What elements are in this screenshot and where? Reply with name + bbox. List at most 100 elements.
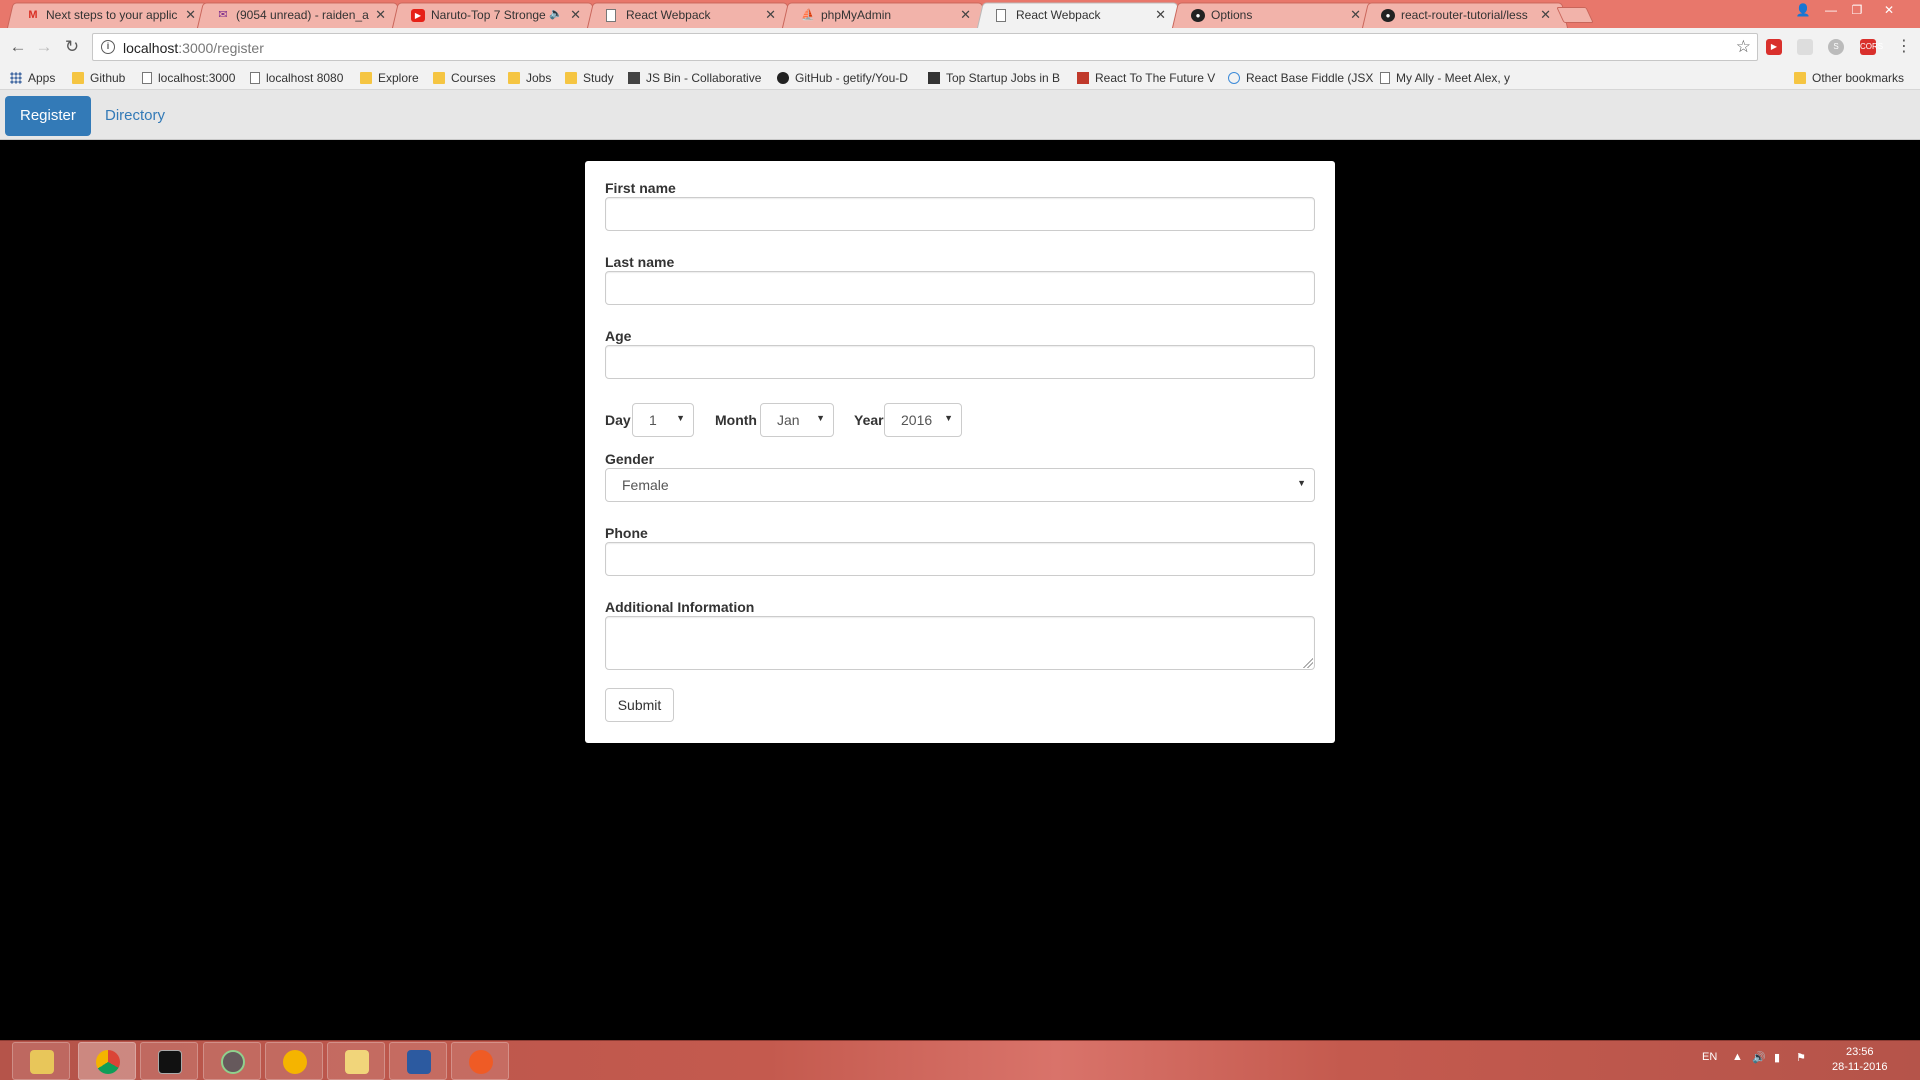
taskbar-powershell[interactable] [389,1042,447,1080]
bookmark-page[interactable]: localhost:3000 [142,70,235,86]
additional-info-textarea[interactable] [605,616,1315,670]
action-center-icon[interactable]: ⚑ [1796,1051,1806,1064]
profile-icon[interactable]: 👤 [1790,0,1816,20]
bookmark-label: React Base Fiddle (JSX [1246,71,1374,85]
taskbar-chrome[interactable] [78,1042,136,1080]
extension-icon[interactable]: CORS [1860,39,1883,55]
resize-handle-icon[interactable] [1303,658,1313,668]
bookmark-label: Other bookmarks [1812,71,1905,85]
taskbar-atom[interactable] [203,1042,261,1080]
bookmark-label: Explore [378,71,419,85]
forward-icon[interactable]: → [34,37,54,57]
folder-icon [72,72,84,84]
folder-icon [360,72,372,84]
gender-value: Female [622,477,669,493]
browser-tab-6[interactable]: ● Options ✕ [1171,2,1379,29]
close-tab-icon[interactable]: ✕ [185,7,196,23]
system-clock[interactable]: 23:56 28-11-2016 [1832,1045,1887,1075]
submit-button[interactable]: Submit [605,688,674,722]
clock-time: 23:56 [1845,1046,1874,1058]
year-value: 2016 [901,412,933,428]
nav-directory[interactable]: Directory [90,96,180,136]
taskbar-folder[interactable] [327,1042,385,1080]
gmail-icon: M [28,9,38,21]
chrome-icon [96,1050,120,1074]
extension-icon[interactable] [1797,39,1813,55]
minimize-icon[interactable]: — [1818,0,1844,20]
browser-tab-0[interactable]: M Next steps to your applic ✕ [6,2,214,29]
bookmark-folder[interactable]: Courses [433,70,496,86]
year-select[interactable]: 2016 ▼ [884,403,962,437]
page-icon [250,72,260,84]
age-input[interactable] [605,345,1315,379]
address-bar[interactable]: i localhost:3000/register ☆ [92,33,1758,61]
browser-tab-3[interactable]: React Webpack ✕ [586,2,794,29]
bookmark-label: React To The Future V [1095,71,1216,85]
bookmark-label: Courses [451,71,496,85]
bookmark-jsbin[interactable]: JS Bin - Collaborative [628,70,761,86]
info-icon[interactable]: i [101,40,115,54]
reload-icon[interactable]: ↻ [62,37,82,57]
tab-title: phpMyAdmin [821,8,892,22]
close-tab-icon[interactable]: ✕ [375,7,386,23]
tab-strip: M Next steps to your applic ✕ ✉ (9054 un… [0,0,1920,29]
close-tab-icon[interactable]: ✕ [960,7,971,23]
other-bookmarks[interactable]: Other bookmarks [1794,70,1904,86]
first-name-input[interactable] [605,197,1315,231]
terminal-icon [158,1050,182,1074]
month-select[interactable]: Jan ▼ [760,403,834,437]
browser-tab-7[interactable]: ● react-router-tutorial/less ✕ [1361,2,1569,29]
bookmark-star-icon[interactable]: ☆ [1736,37,1751,57]
new-tab-button[interactable] [1556,7,1594,23]
browser-tab-4[interactable]: ⛵ phpMyAdmin ✕ [781,2,989,29]
taskbar-postman[interactable] [451,1042,509,1080]
speaker-icon[interactable]: 🔈 [549,7,563,20]
caret-down-icon: ▼ [676,413,685,423]
bookmark-angellist[interactable]: Top Startup Jobs in B [928,70,1060,86]
day-select[interactable]: 1 ▼ [632,403,694,437]
close-tab-icon[interactable]: ✕ [1155,7,1166,23]
language-indicator[interactable]: EN [1702,1051,1717,1063]
close-tab-icon[interactable]: ✕ [1540,7,1551,23]
bookmark-page[interactable]: localhost 8080 [250,70,343,86]
bookmark-folder[interactable]: Github [72,70,125,86]
extension-icon[interactable]: ▶ [1766,39,1782,55]
bookmark-folder[interactable]: Jobs [508,70,551,86]
volume-icon[interactable]: 🔊 [1752,1051,1766,1064]
close-tab-icon[interactable]: ✕ [765,7,776,23]
taskbar-file-explorer[interactable] [12,1042,70,1080]
back-icon[interactable]: ← [8,37,28,57]
close-tab-icon[interactable]: ✕ [1350,7,1361,23]
taskbar-chrome-canary[interactable] [265,1042,323,1080]
skype-icon[interactable]: S [1828,39,1844,55]
bookmark-github[interactable]: GitHub - getify/You-D [777,70,908,86]
bookmark-page[interactable]: My Ally - Meet Alex, y [1380,70,1510,86]
close-window-icon[interactable]: ✕ [1876,0,1902,20]
show-hidden-icons-icon[interactable]: ▲ [1732,1051,1743,1063]
restore-icon[interactable]: ❐ [1844,0,1870,20]
tab-title: Options [1211,8,1253,22]
folder-icon [508,72,520,84]
bookmark-folder[interactable]: Explore [360,70,419,86]
network-icon[interactable]: ▮ [1774,1051,1780,1064]
bookmark-folder[interactable]: Study [565,70,614,86]
browser-tab-5-active[interactable]: React Webpack ✕ [976,2,1184,29]
page-icon [1380,72,1390,84]
browser-tab-2[interactable]: ▶ Naruto-Top 7 Stronge 🔈 ✕ [391,2,599,29]
bookmark-label: localhost 8080 [266,71,344,85]
caret-down-icon: ▼ [944,413,953,423]
phone-input[interactable] [605,542,1315,576]
menu-icon[interactable]: ⋮ [1896,37,1912,57]
bookmark-speakerdeck[interactable]: React To The Future V [1077,70,1215,86]
browser-tab-1[interactable]: ✉ (9054 unread) - raiden_a ✕ [196,2,404,29]
last-name-input[interactable] [605,271,1315,305]
apps-icon [10,72,22,84]
bookmark-label: My Ally - Meet Alex, y [1396,71,1511,85]
gender-select[interactable]: Female ▼ [605,468,1315,502]
bookmark-apps[interactable]: Apps [10,70,55,86]
bookmark-jsfiddle[interactable]: React Base Fiddle (JSX [1228,70,1373,86]
taskbar-command-prompt[interactable] [140,1042,198,1080]
nav-register[interactable]: Register [5,96,91,136]
folder-icon [1794,72,1806,84]
close-tab-icon[interactable]: ✕ [570,7,581,23]
